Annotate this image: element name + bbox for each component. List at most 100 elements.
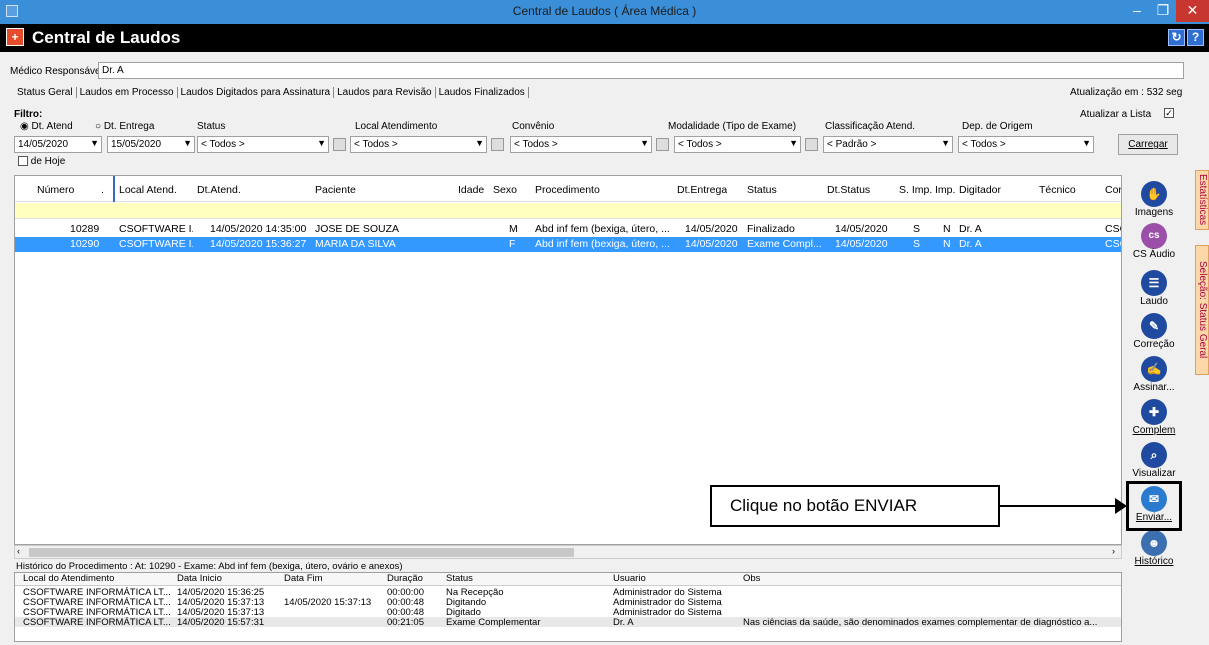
col-s-imp[interactable]: S. Imp. (899, 184, 932, 196)
col-dot[interactable]: . (101, 184, 104, 196)
laudo-button[interactable]: ☰ Laudo (1128, 270, 1180, 307)
col-numero[interactable]: Número (37, 184, 74, 196)
correcao-label: Correção (1133, 339, 1175, 350)
modalidade-select-value: < Todos > (678, 139, 722, 150)
scrollbar-thumb[interactable] (29, 548, 574, 557)
history-header: Local do Atendimento Data Inicio Data Fi… (15, 573, 1121, 586)
cs-audio-button[interactable]: cs CS Áudio (1128, 223, 1180, 260)
auto-update-checkbox[interactable]: ✓ (1164, 108, 1174, 119)
historico-button[interactable]: ☻ Histórico (1128, 530, 1180, 567)
maximize-button[interactable]: ❐ (1150, 0, 1176, 22)
cell-status: Exame Compl... (747, 238, 822, 250)
col-digitador[interactable]: Digitador (959, 184, 1001, 196)
visualizar-button[interactable]: ⌕ Visualizar (1128, 442, 1180, 479)
status-select-value: < Todos > (201, 139, 245, 150)
col-status[interactable]: Status (747, 184, 777, 196)
refresh-icon[interactable]: ↻ (1168, 29, 1185, 46)
cell-dt-entrega: 14/05/2020 (685, 238, 738, 250)
scroll-right-icon[interactable]: › (1112, 546, 1115, 556)
correcao-button[interactable]: ✎ Correção (1128, 313, 1180, 350)
history-row[interactable]: CSOFTWARE INFORMÁTICA LT... 14/05/2020 1… (15, 587, 1121, 598)
local-select[interactable]: < Todos > ▼ (350, 136, 487, 153)
app-logo-icon: + (6, 28, 24, 46)
status-select[interactable]: < Todos > ▼ (197, 136, 329, 153)
col-idade[interactable]: Idade (458, 184, 484, 196)
tab-estatisticas[interactable]: Estatísticas (1195, 170, 1209, 230)
auto-update-label: Atualizar a Lista (1080, 109, 1152, 120)
scroll-left-icon[interactable]: ‹ (17, 546, 20, 556)
cell-numero: 10290 (70, 238, 100, 250)
classificacao-select[interactable]: < Padrão > ▼ (823, 136, 953, 153)
tab-laudos-revisao[interactable]: Laudos para Revisão (334, 87, 436, 98)
grid-horizontal-scrollbar[interactable]: ‹ › (14, 545, 1122, 559)
col-sexo[interactable]: Sexo (493, 184, 517, 196)
cell-digitador: Dr. A (959, 223, 982, 235)
app-title: Central de Laudos (32, 28, 181, 47)
history-cell: CSOFTWARE INFORMÁTICA LT... (23, 617, 171, 628)
col-dt-status[interactable]: Dt.Status (827, 184, 870, 196)
hcol-data-inicio[interactable]: Data Inicio (177, 573, 222, 584)
imagens-button[interactable]: ✋ Imagens (1128, 181, 1180, 218)
convenio-list-icon[interactable] (656, 138, 669, 151)
carregar-button[interactable]: Carregar (1118, 134, 1178, 155)
radio-dt-atend[interactable]: ◉ Dt. Atend (20, 121, 73, 132)
complem-label: Complem (1132, 425, 1176, 436)
local-list-icon[interactable] (491, 138, 504, 151)
date-to-field[interactable]: 15/05/2020 ▼ (107, 136, 195, 153)
modalidade-select[interactable]: < Todos > ▼ (674, 136, 801, 153)
col-paciente[interactable]: Paciente (315, 184, 356, 196)
table-row[interactable]: 10289 CSOFTWARE I... 14/05/2020 14:35:00… (15, 222, 1121, 237)
complem-button[interactable]: ✚ Complem (1128, 399, 1180, 436)
close-button[interactable]: ✕ (1176, 0, 1209, 22)
hcol-status[interactable]: Status (446, 573, 473, 584)
hand-icon: ✋ (1141, 181, 1167, 207)
cell-cor: CSC (1105, 238, 1121, 250)
enviar-highlight-box (1126, 481, 1182, 531)
cell-dt-entrega: 14/05/2020 (685, 223, 738, 235)
date-to-value: 15/05/2020 (111, 139, 162, 150)
cell-imp: N (943, 238, 951, 250)
hcol-duracao[interactable]: Duração (387, 573, 423, 584)
cell-local: CSOFTWARE I... (119, 223, 193, 235)
history-row[interactable]: CSOFTWARE INFORMÁTICA LT... 14/05/2020 1… (15, 607, 1121, 618)
convenio-select[interactable]: < Todos > ▼ (510, 136, 652, 153)
dep-origem-select[interactable]: < Todos > ▼ (958, 136, 1094, 153)
col-dt-atend[interactable]: Dt.Atend. (197, 184, 241, 196)
help-icon[interactable]: ? (1187, 29, 1204, 46)
tab-status-geral[interactable]: Status Geral (14, 87, 77, 98)
audio-icon: cs (1141, 223, 1167, 249)
tab-laudos-em-processo[interactable]: Laudos em Processo (76, 87, 178, 98)
tab-laudos-digitados[interactable]: Laudos Digitados para Assinatura (177, 87, 335, 98)
eraser-icon: ✎ (1141, 313, 1167, 339)
cell-status: Finalizado (747, 223, 795, 235)
modalidade-list-icon[interactable] (805, 138, 818, 151)
assinar-button[interactable]: ✍ Assinar... (1128, 356, 1180, 393)
cell-procedimento: Abd inf fem (bexiga, útero, ... (535, 223, 670, 235)
col-local[interactable]: Local Atend. (119, 184, 177, 196)
tab-selecao-status-geral[interactable]: Seleção: Status Geral (1195, 245, 1209, 375)
date-from-field[interactable]: 14/05/2020 ▼ (14, 136, 102, 153)
history-row[interactable]: CSOFTWARE INFORMÁTICA LT... 14/05/2020 1… (15, 597, 1121, 608)
col-dt-entrega[interactable]: Dt.Entrega (677, 184, 727, 196)
chevron-down-icon: ▼ (317, 138, 326, 148)
visualizar-label: Visualizar (1132, 468, 1176, 479)
hcol-local[interactable]: Local do Atendimento (23, 573, 114, 584)
medico-field[interactable]: Dr. A (98, 62, 1184, 79)
grid-filter-row[interactable] (15, 203, 1121, 219)
hcol-data-fim[interactable]: Data Fim (284, 573, 323, 584)
de-hoje-checkbox[interactable]: de Hoje (18, 156, 65, 167)
col-tecnico[interactable]: Técnico (1039, 184, 1076, 196)
minimize-button[interactable]: – (1124, 0, 1150, 22)
col-cor[interactable]: Cor (1105, 184, 1121, 196)
col-imp[interactable]: Imp. (935, 184, 955, 196)
radio-dt-entrega-label: Dt. Entrega (103, 121, 155, 132)
hcol-obs[interactable]: Obs (743, 573, 760, 584)
history-caption: Histórico do Procedimento : At: 10290 - … (16, 561, 403, 572)
table-row[interactable]: 10290 CSOFTWARE I... 14/05/2020 15:36:27… (15, 237, 1121, 252)
status-list-icon[interactable] (333, 138, 346, 151)
tab-laudos-finalizados[interactable]: Laudos Finalizados (435, 87, 529, 98)
history-row[interactable]: CSOFTWARE INFORMÁTICA LT... 14/05/2020 1… (15, 617, 1121, 628)
col-procedimento[interactable]: Procedimento (535, 184, 600, 196)
hcol-usuario[interactable]: Usuario (613, 573, 646, 584)
radio-dt-entrega[interactable]: ○ Dt. Entrega (95, 121, 154, 132)
